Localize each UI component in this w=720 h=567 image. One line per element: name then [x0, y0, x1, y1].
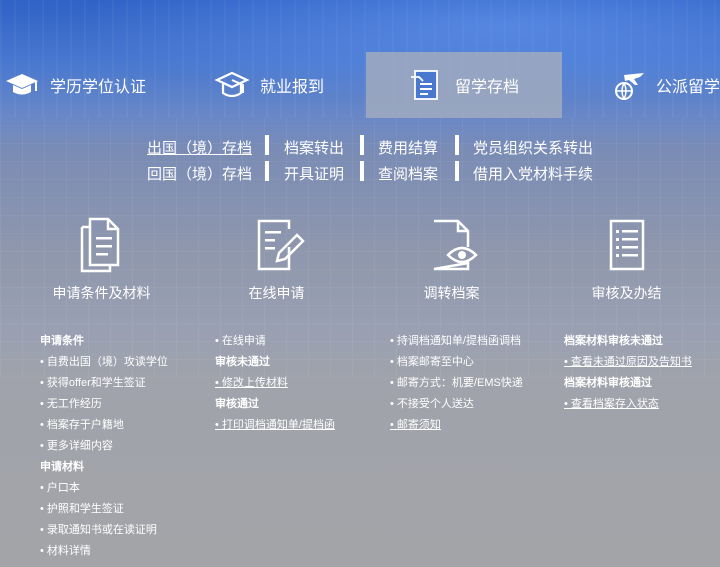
link-mailing-notice[interactable]: 邮寄须知: [390, 415, 530, 436]
list-item: 户口本: [40, 478, 168, 499]
service-label: 在线申请: [248, 285, 305, 301]
list-item: 获得offer和学生签证: [40, 373, 168, 394]
divider: [265, 161, 269, 181]
archive-box-icon: [410, 70, 438, 100]
service-application-requirements[interactable]: 申请条件及材料: [14, 215, 189, 301]
checklist-icon: [609, 219, 644, 271]
link-departure-archive[interactable]: 出国（境）存档: [147, 137, 252, 158]
section-heading: 审核未通过: [215, 356, 270, 368]
list-item: 无工作经历: [40, 394, 168, 415]
link-borrow-party-materials[interactable]: 借用入党材料手续: [473, 163, 593, 184]
tab-label: 学历学位认证: [50, 79, 147, 96]
tab-label: 就业报到: [260, 79, 325, 96]
tab-government-sponsored[interactable]: 公派留学: [610, 52, 720, 118]
section-heading: 申请条件: [40, 335, 84, 347]
airplane-globe-icon: [615, 73, 644, 100]
divider: [360, 161, 364, 181]
service-online-application[interactable]: 在线申请: [189, 215, 364, 301]
link-return-archive[interactable]: 回国（境）存档: [147, 163, 252, 184]
link-issue-certificate[interactable]: 开具证明: [284, 163, 344, 184]
link-party-relation-transfer[interactable]: 党员组织关系转出: [473, 137, 593, 158]
link-more-details[interactable]: 更多详细内容: [40, 436, 168, 457]
link-view-archive[interactable]: 查阅档案: [378, 163, 438, 184]
link-view-rejection-reason[interactable]: 查看未通过原因及告知书: [564, 352, 692, 373]
list-item: 邮寄方式：机要/EMS快递: [390, 373, 530, 394]
list-item: 档案存于户籍地: [40, 415, 168, 436]
online-application-column: 在线申请 审核未通过 修改上传材料 审核通过 打印调档通知单/提档函: [215, 331, 335, 436]
link-modify-upload[interactable]: 修改上传材料: [215, 373, 335, 394]
requirements-column: 申请条件 自费出国（境）攻读学位 获得offer和学生签证 无工作经历 档案存于…: [40, 331, 168, 562]
documents-icon: [80, 217, 119, 273]
tab-label: 公派留学: [656, 79, 720, 96]
service-label: 申请条件及材料: [52, 285, 151, 301]
form-edit-icon: [257, 219, 305, 271]
divider: [455, 135, 459, 155]
link-archive-transfer-out[interactable]: 档案转出: [284, 137, 344, 158]
tab-label: 留学存档: [454, 79, 519, 96]
list-item: 不接受个人送达: [390, 394, 530, 415]
service-transfer-archive[interactable]: 调转档案: [364, 215, 539, 301]
list-item: 录取通知书或在读证明: [40, 520, 168, 541]
link-fee-settlement[interactable]: 费用结算: [378, 137, 438, 158]
sub-links-row-2: 回国（境）存档 开具证明 查阅档案 借用入党材料手续: [0, 161, 720, 183]
mortarboard-icon: [214, 71, 250, 98]
service-label: 调转档案: [423, 285, 480, 301]
list-item: 档案邮寄至中心: [390, 352, 530, 373]
section-heading: 申请材料: [40, 461, 84, 473]
sub-links-row-1: 出国（境）存档 档案转出 费用结算 党员组织关系转出: [0, 135, 720, 157]
service-review-completion[interactable]: 审核及办结: [539, 215, 714, 301]
divider: [265, 135, 269, 155]
section-heading: 档案材料审核未通过: [564, 335, 663, 347]
section-heading: 审核通过: [215, 398, 259, 410]
link-print-transfer-notice[interactable]: 打印调档通知单/提档函: [215, 415, 335, 436]
main-tabs: 学历学位认证 就业报到 留学存档 公派留学: [0, 52, 720, 118]
transfer-archive-column: 持调档通知单/提档函调档 档案邮寄至中心 邮寄方式：机要/EMS快递 不接受个人…: [390, 331, 530, 436]
link-view-archive-status[interactable]: 查看档案存入状态: [564, 394, 692, 415]
tab-degree-certification[interactable]: 学历学位认证: [0, 52, 184, 118]
section-heading: 档案材料审核通过: [564, 377, 652, 389]
review-column: 档案材料审核未通过 查看未通过原因及告知书 档案材料审核通过 查看档案存入状态: [564, 331, 692, 415]
divider: [455, 161, 459, 181]
tab-study-abroad-archive[interactable]: 留学存档: [366, 52, 562, 118]
link-material-details[interactable]: 材料详情: [40, 541, 168, 562]
service-label: 审核及办结: [591, 285, 662, 301]
file-eye-icon: [433, 219, 478, 271]
graduation-cap-icon: [6, 74, 38, 95]
divider: [360, 135, 364, 155]
list-item: 护照和学生签证: [40, 499, 168, 520]
link-online-apply[interactable]: 在线申请: [215, 331, 335, 352]
list-item: 持调档通知单/提档函调档: [390, 331, 530, 352]
tab-employment-report[interactable]: 就业报到: [214, 52, 364, 118]
list-item: 自费出国（境）攻读学位: [40, 352, 168, 373]
